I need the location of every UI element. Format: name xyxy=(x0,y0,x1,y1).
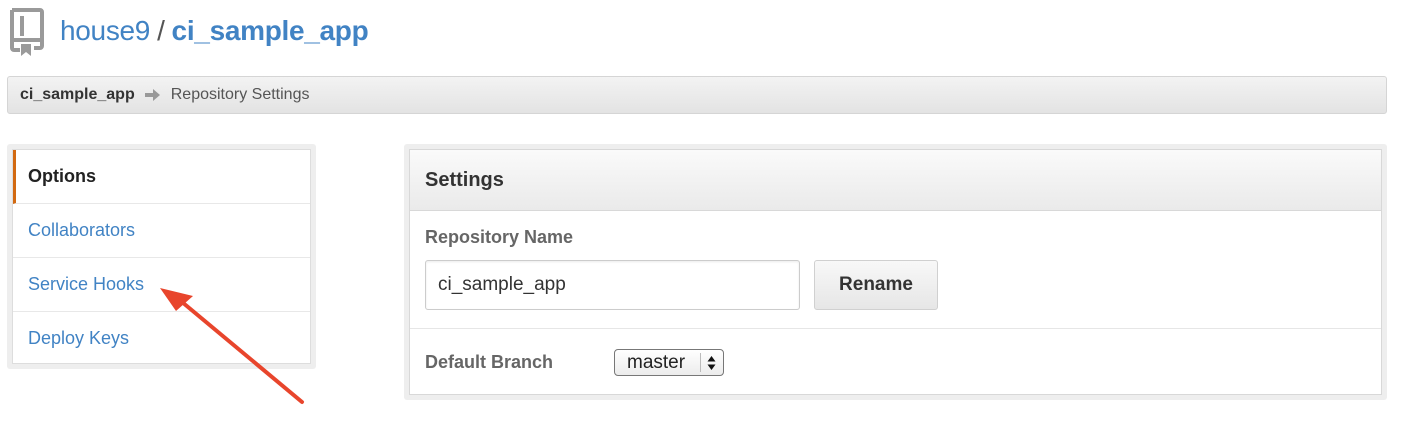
sidebar: Options Collaborators Service Hooks Depl… xyxy=(7,144,316,369)
repo-name-link[interactable]: ci_sample_app xyxy=(172,15,369,46)
settings-box: Settings Repository Name Rename Default … xyxy=(409,149,1382,395)
default-branch-section: Default Branch master xyxy=(410,329,1381,376)
repo-name-section: Repository Name Rename xyxy=(410,211,1381,329)
default-branch-value: master xyxy=(627,351,686,373)
repo-name-label: Repository Name xyxy=(425,227,574,247)
title-separator: / xyxy=(157,15,165,46)
repo-header: house9/ci_sample_app xyxy=(8,8,369,56)
select-divider xyxy=(700,353,701,372)
settings-panel: Settings Repository Name Rename Default … xyxy=(404,144,1387,400)
settings-title: Settings xyxy=(410,150,1381,211)
select-updown-icon xyxy=(707,356,716,370)
breadcrumb: ci_sample_app Repository Settings xyxy=(7,76,1387,114)
repo-name-input[interactable] xyxy=(425,260,800,310)
arrow-right-icon xyxy=(144,89,160,101)
repo-owner-link[interactable]: house9 xyxy=(60,15,150,46)
default-branch-label: Default Branch xyxy=(425,352,554,372)
breadcrumb-current: Repository Settings xyxy=(170,86,310,103)
repo-name-row: Rename xyxy=(425,260,1366,310)
sidebar-item-service-hooks[interactable]: Service Hooks xyxy=(13,258,310,312)
sidebar-item-collaborators[interactable]: Collaborators xyxy=(13,204,310,258)
breadcrumb-repo[interactable]: ci_sample_app xyxy=(20,86,135,104)
sidebar-item-deploy-keys[interactable]: Deploy Keys xyxy=(13,312,310,365)
repo-book-icon xyxy=(10,8,44,56)
repo-title: house9/ci_sample_app xyxy=(60,15,369,47)
sidebar-item-options[interactable]: Options xyxy=(13,150,310,204)
rename-button[interactable]: Rename xyxy=(814,260,938,310)
sidebar-menu: Options Collaborators Service Hooks Depl… xyxy=(12,149,311,364)
default-branch-select[interactable]: master xyxy=(614,349,724,376)
